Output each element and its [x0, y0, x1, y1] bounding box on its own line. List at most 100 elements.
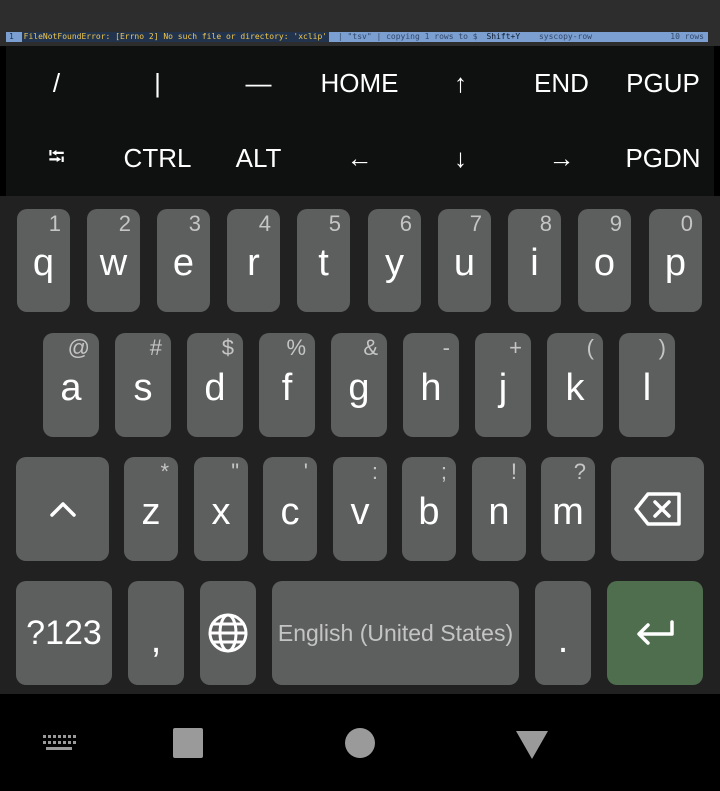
key-l[interactable]: ) l	[619, 333, 675, 437]
extra-key-end[interactable]: END	[511, 46, 612, 121]
symbols-key[interactable]: ?123	[16, 581, 112, 685]
key-label: y	[385, 242, 404, 284]
key-label: p	[664, 242, 687, 284]
key-w[interactable]: 2w	[87, 209, 140, 312]
extra-key-down[interactable]: ↓	[410, 121, 511, 196]
key-k[interactable]: (k	[547, 333, 603, 437]
key-q[interactable]: 1q	[17, 209, 70, 312]
key-label: x	[211, 490, 231, 533]
key-hint: $	[221, 335, 234, 360]
key-g[interactable]: & g	[331, 333, 387, 437]
recents-icon[interactable]	[173, 728, 203, 758]
extra-key-right[interactable]: →	[511, 121, 612, 196]
key-label: e	[172, 242, 195, 284]
language-key[interactable]	[200, 581, 256, 685]
key-label: a	[60, 366, 82, 409]
key-r[interactable]: 4r	[227, 209, 280, 312]
key-hint: @	[67, 335, 90, 360]
comma-key[interactable]: ,	[128, 581, 184, 685]
extra-key-pipe[interactable]: |	[107, 46, 208, 121]
key-label: k	[565, 366, 585, 409]
status-bar: 1 FileNotFoundError: [Errno 2] No such f…	[6, 32, 708, 42]
key-label: i	[530, 242, 539, 284]
key-hint: 5	[328, 211, 341, 236]
key-y[interactable]: 6y	[368, 209, 421, 312]
key-hint: 8	[539, 211, 552, 236]
soft-keyboard: 1q 2w 3e 4r 5t 6y 7u 8i 9o 0p @ a # s $ d %…	[0, 196, 720, 694]
key-e[interactable]: 3e	[157, 209, 210, 312]
key-hint: '	[303, 459, 308, 484]
extra-key-tab[interactable]: ⭾	[6, 121, 107, 196]
period-key[interactable]: .	[535, 581, 591, 685]
extra-key-left[interactable]: ←	[309, 121, 410, 196]
key-c[interactable]: ' c	[263, 457, 317, 561]
extra-key-alt[interactable]: ALT	[208, 121, 309, 196]
key-x[interactable]: " x	[194, 457, 248, 561]
key-hint: 2	[118, 211, 131, 236]
key-m[interactable]: ? m	[541, 457, 595, 561]
enter-key[interactable]	[607, 581, 703, 685]
backspace-icon	[633, 491, 683, 527]
key-hint: (	[586, 335, 594, 360]
terminal-view[interactable]: 1 FileNotFoundError: [Errno 2] No such f…	[0, 0, 720, 46]
key-d[interactable]: $ d	[187, 333, 243, 437]
extra-key-ctrl[interactable]: CTRL	[107, 121, 208, 196]
extra-key-up[interactable]: ↑	[410, 46, 511, 121]
key-label: h	[420, 366, 442, 409]
back-icon[interactable]	[515, 730, 549, 760]
key-hint: +	[509, 335, 522, 360]
key-h[interactable]: -h	[403, 333, 459, 437]
navigation-bar	[0, 694, 720, 791]
key-hint: -	[442, 335, 450, 360]
key-label: b	[418, 490, 440, 533]
key-hint: ;	[440, 459, 447, 484]
key-v[interactable]: :v	[333, 457, 387, 561]
key-hint: 7	[469, 211, 482, 236]
key-u[interactable]: 7u	[438, 209, 491, 312]
key-p[interactable]: 0p	[649, 209, 702, 312]
key-hint: #	[149, 335, 162, 360]
key-t[interactable]: 5t	[297, 209, 350, 312]
shift-icon	[48, 499, 78, 519]
shift-key[interactable]	[16, 457, 109, 561]
home-icon[interactable]	[345, 728, 375, 758]
keyboard-icon[interactable]	[42, 734, 76, 752]
key-label: d	[204, 366, 226, 409]
extra-key-home[interactable]: HOME	[309, 46, 410, 121]
status-left: 1	[9, 32, 14, 41]
extra-key-slash[interactable]: /	[6, 46, 107, 121]
key-label: n	[488, 490, 510, 533]
extra-key-pgup[interactable]: PGUP	[612, 46, 714, 121]
key-label: r	[247, 242, 260, 284]
key-hint: &	[363, 335, 378, 360]
key-s[interactable]: # s	[115, 333, 171, 437]
key-hint: "	[231, 459, 239, 484]
comma-label: ,	[150, 618, 162, 661]
key-z[interactable]: * z	[124, 457, 178, 561]
key-hint: 0	[680, 211, 693, 236]
key-a[interactable]: @ a	[43, 333, 99, 437]
key-b[interactable]: ; b	[402, 457, 456, 561]
key-label: c	[280, 490, 300, 533]
extra-key-dash[interactable]: —	[208, 46, 309, 121]
key-label: o	[593, 242, 616, 284]
backspace-key[interactable]	[611, 457, 704, 561]
key-label: q	[32, 242, 55, 284]
extra-key-pgdn[interactable]: PGDN	[612, 121, 714, 196]
key-label: u	[453, 242, 476, 284]
key-o[interactable]: 9o	[578, 209, 631, 312]
status-hint: | "tsv" | copying 1 rows to $	[337, 32, 478, 41]
key-f[interactable]: % f	[259, 333, 315, 437]
key-hint: :	[371, 459, 378, 484]
key-i[interactable]: 8i	[508, 209, 561, 312]
key-hint: 6	[399, 211, 412, 236]
key-hint: !	[510, 459, 517, 484]
key-j[interactable]: + j	[475, 333, 531, 437]
spacebar[interactable]: English (United States)	[272, 581, 519, 685]
symbols-label: ?123	[26, 613, 102, 652]
status-rows: 10 rows	[670, 32, 704, 41]
key-n[interactable]: ! n	[472, 457, 526, 561]
key-label: m	[552, 490, 584, 533]
key-label: l	[642, 366, 652, 409]
spacebar-label: English (United States)	[277, 619, 514, 646]
